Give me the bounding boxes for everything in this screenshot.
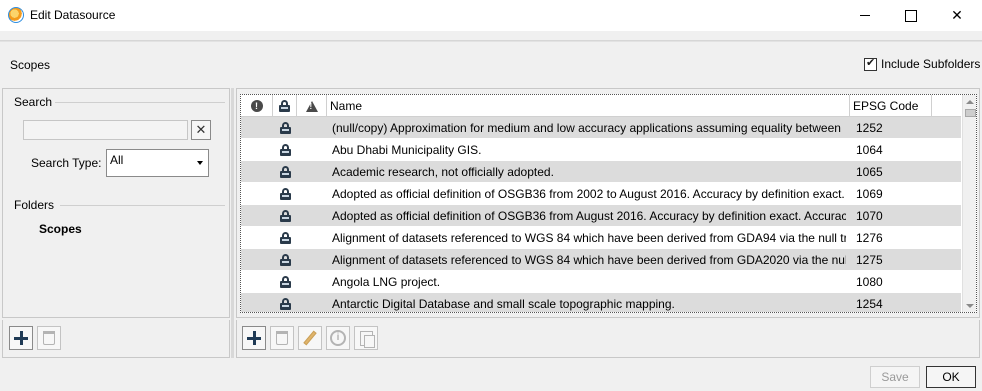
- lock-icon: [279, 254, 291, 266]
- pencil-icon: [303, 330, 317, 346]
- table-row[interactable]: Alignment of datasets referenced to WGS …: [241, 249, 961, 271]
- header-divider: [0, 40, 982, 42]
- lock-icon: [279, 122, 291, 134]
- table-row[interactable]: Alignment of datasets referenced to WGS …: [241, 227, 961, 249]
- delete-folder-button[interactable]: [37, 326, 61, 350]
- window-title: Edit Datasource: [30, 8, 116, 22]
- trash-icon: [276, 331, 288, 345]
- table-row[interactable]: Adopted as official definition of OSGB36…: [241, 183, 961, 205]
- grid-header: ! Name EPSG Code: [241, 95, 961, 117]
- add-folder-button[interactable]: [9, 326, 33, 350]
- row-epsg: 1252: [856, 121, 883, 135]
- scopes-label: Scopes: [10, 58, 51, 72]
- grid-rows: (null/copy) Approximation for medium and…: [241, 117, 961, 312]
- lock-icon: [279, 232, 291, 244]
- row-epsg: 1080: [856, 275, 883, 289]
- search-type-label: Search Type:: [31, 156, 102, 170]
- table-row[interactable]: Abu Dhabi Municipality GIS. 1064: [241, 139, 961, 161]
- row-name: Alignment of datasets referenced to WGS …: [332, 231, 846, 245]
- search-group-title: Search: [14, 95, 53, 109]
- app-logo-icon: [8, 7, 24, 23]
- chevron-down-icon: [197, 161, 203, 165]
- exclamation-icon: !: [250, 100, 263, 112]
- include-subfolders-checkbox[interactable]: Include Subfolders: [864, 56, 981, 71]
- row-name: Adopted as official definition of OSGB36…: [332, 209, 846, 223]
- include-subfolders-label: Include Subfolders: [881, 57, 981, 71]
- folders-group-line: [60, 205, 225, 206]
- search-type-value: All: [110, 153, 124, 167]
- copy-scope-button[interactable]: [354, 326, 378, 350]
- panel-splitter[interactable]: [231, 88, 234, 358]
- row-name: Antarctic Digital Database and small sca…: [332, 297, 675, 311]
- table-row[interactable]: Academic research, not officially adopte…: [241, 161, 961, 183]
- table-row[interactable]: Antarctic Digital Database and small sca…: [241, 293, 961, 312]
- scroll-down-icon[interactable]: [966, 304, 974, 308]
- minimize-button[interactable]: [842, 0, 888, 31]
- title-bar: Edit Datasource ✕: [0, 0, 982, 31]
- row-epsg: 1070: [856, 209, 883, 223]
- table-row[interactable]: (null/copy) Approximation for medium and…: [241, 117, 961, 139]
- add-scope-button[interactable]: [242, 326, 266, 350]
- lock-icon: [279, 276, 291, 288]
- table-row[interactable]: Angola LNG project. 1080: [241, 271, 961, 293]
- delete-scope-button[interactable]: [270, 326, 294, 350]
- row-name: Angola LNG project.: [332, 275, 441, 289]
- grid-vertical-scrollbar[interactable]: [962, 95, 976, 312]
- info-icon: i: [330, 330, 346, 346]
- info-button[interactable]: i: [326, 326, 350, 350]
- folders-group-title: Folders: [14, 198, 55, 212]
- lock-icon: [279, 144, 291, 156]
- header-epsg-col[interactable]: EPSG Code: [850, 95, 932, 117]
- header-warning-col[interactable]: [297, 95, 327, 117]
- row-epsg: 1064: [856, 143, 883, 157]
- scroll-up-icon[interactable]: [966, 100, 974, 104]
- header-name-col[interactable]: Name: [327, 95, 850, 117]
- row-name: (null/copy) Approximation for medium and…: [332, 121, 841, 135]
- row-name: Abu Dhabi Municipality GIS.: [332, 143, 482, 157]
- maximize-button[interactable]: [888, 0, 934, 31]
- ok-button[interactable]: OK: [926, 366, 976, 388]
- lock-icon: [279, 210, 291, 222]
- row-name: Alignment of datasets referenced to WGS …: [332, 253, 846, 267]
- lock-icon: [279, 166, 291, 178]
- table-row[interactable]: Adopted as official definition of OSGB36…: [241, 205, 961, 227]
- grid-panel: ! Name EPSG Code (null/copy) Approximati…: [236, 88, 980, 318]
- trash-icon: [43, 331, 55, 345]
- edit-scope-button[interactable]: [298, 326, 322, 350]
- scopes-grid: ! Name EPSG Code (null/copy) Approximati…: [240, 94, 977, 313]
- lock-icon: [279, 100, 290, 112]
- clear-search-button[interactable]: ✕: [191, 120, 211, 140]
- lock-icon: [279, 298, 291, 310]
- scroll-thumb[interactable]: [965, 109, 976, 117]
- header-lock-col[interactable]: [273, 95, 297, 117]
- row-epsg: 1276: [856, 231, 883, 245]
- search-input[interactable]: [23, 120, 188, 140]
- search-group-line: [55, 102, 225, 103]
- lock-icon: [279, 188, 291, 200]
- warning-icon: [305, 100, 318, 112]
- row-name: Academic research, not officially adopte…: [332, 165, 554, 179]
- row-name: Adopted as official definition of OSGB36…: [332, 187, 845, 201]
- left-panel: Search ✕ Search Type: All Folders Scopes: [2, 88, 230, 318]
- close-button[interactable]: ✕: [934, 0, 980, 31]
- row-epsg: 1254: [856, 297, 883, 311]
- save-button[interactable]: Save: [870, 366, 920, 388]
- search-type-select[interactable]: All: [106, 149, 209, 177]
- folder-item-scopes[interactable]: Scopes: [39, 222, 82, 236]
- copy-icon: [359, 330, 375, 348]
- row-epsg: 1065: [856, 165, 883, 179]
- header-status-col[interactable]: !: [241, 95, 273, 117]
- checkbox-checked-icon[interactable]: [864, 56, 877, 71]
- row-epsg: 1069: [856, 187, 883, 201]
- row-epsg: 1275: [856, 253, 883, 267]
